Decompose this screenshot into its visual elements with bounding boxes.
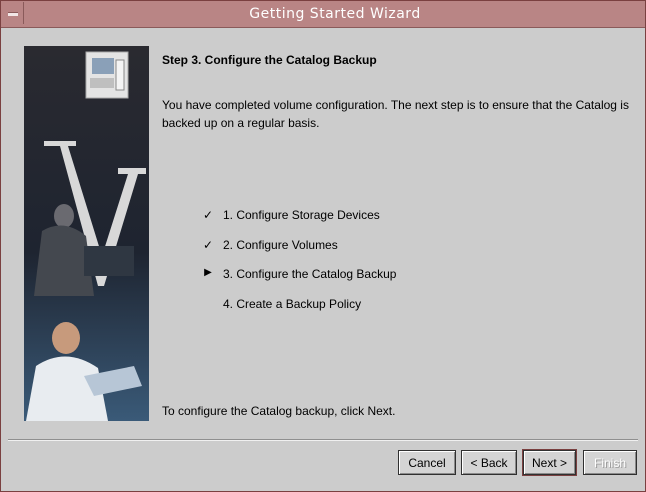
window-menu-icon bbox=[8, 12, 18, 16]
step-item-label: 4. Create a Backup Policy bbox=[223, 297, 362, 311]
window-title: Getting Started Wizard bbox=[249, 6, 421, 22]
step-item-label: 1. Configure Storage Devices bbox=[223, 208, 380, 222]
step-description: You have completed volume configuration.… bbox=[162, 98, 629, 130]
step-title: Step 3. Configure the Catalog Backup bbox=[162, 53, 377, 67]
title-bar: Getting Started Wizard bbox=[1, 1, 645, 28]
wizard-side-image bbox=[24, 46, 149, 421]
current-step-arrow-icon: ▶ bbox=[204, 267, 212, 278]
check-icon: ✓ bbox=[202, 238, 214, 252]
back-button[interactable]: < Back bbox=[461, 450, 517, 475]
check-icon: ✓ bbox=[202, 208, 214, 222]
window-menu-button[interactable] bbox=[2, 2, 24, 24]
button-separator bbox=[8, 439, 638, 441]
next-button[interactable]: Next > bbox=[522, 449, 577, 476]
wizard-window: Getting Started Wizard Step 3. Configure… bbox=[0, 0, 646, 492]
step-item-label: 3. Configure the Catalog Backup bbox=[223, 267, 397, 281]
footer-instruction: To configure the Catalog backup, click N… bbox=[162, 404, 396, 418]
cancel-button[interactable]: Cancel bbox=[398, 450, 456, 475]
step-item-label: 2. Configure Volumes bbox=[223, 238, 338, 252]
finish-button[interactable]: Finish bbox=[583, 450, 637, 475]
